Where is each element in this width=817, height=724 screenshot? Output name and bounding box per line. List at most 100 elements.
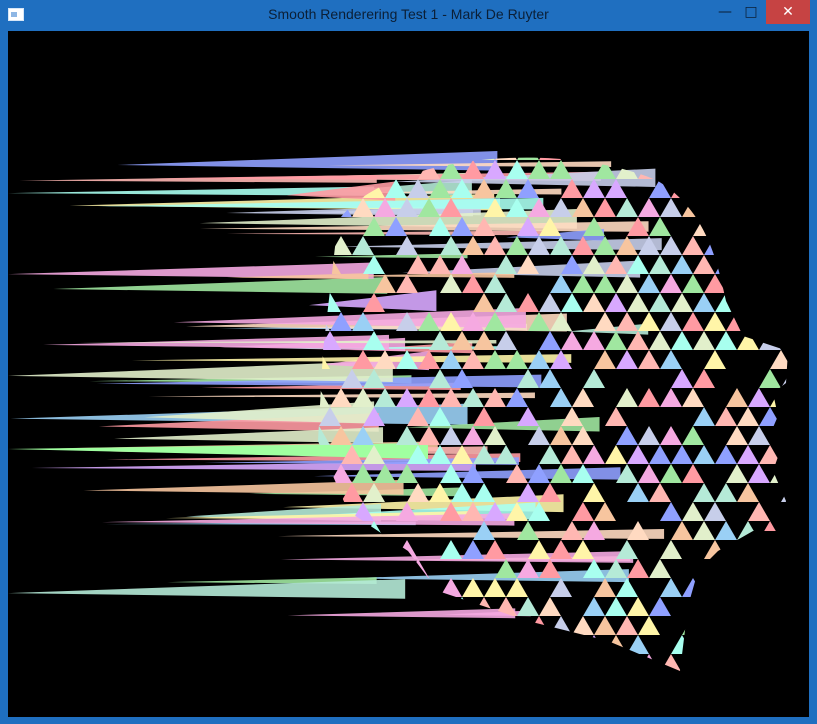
mesh-triangle	[352, 616, 374, 635]
mesh-triangle	[495, 673, 517, 692]
mesh-triangle	[517, 157, 539, 160]
mesh-triangle	[715, 293, 737, 312]
render-canvas[interactable]	[8, 31, 809, 717]
mesh-triangle	[638, 198, 660, 217]
mesh-triangle	[726, 312, 748, 331]
mesh-triangle	[770, 236, 788, 255]
mesh-triangle	[770, 350, 788, 369]
mesh-triangle	[792, 464, 809, 483]
mesh-triangle	[550, 540, 572, 559]
mesh-triangle	[440, 540, 462, 559]
mesh-triangle	[693, 407, 715, 426]
mesh-triangle	[715, 217, 737, 236]
minimize-button[interactable]: —	[712, 0, 738, 24]
mesh-triangle	[396, 654, 418, 671]
mesh-triangle	[770, 464, 788, 483]
mesh-triangle	[638, 388, 660, 407]
mesh-triangle	[660, 388, 682, 407]
mesh-triangle	[748, 578, 770, 597]
mesh-triangle	[748, 616, 770, 635]
mesh-triangle	[737, 521, 759, 540]
mesh-triangle	[704, 616, 726, 635]
mesh-triangle	[539, 445, 561, 464]
mesh-triangle	[770, 540, 788, 559]
mesh-triangle	[682, 502, 704, 521]
mesh-triangle	[473, 483, 495, 502]
mesh-triangle	[363, 635, 385, 654]
mesh-triangle	[583, 293, 605, 312]
mesh-triangle	[627, 445, 649, 464]
mesh-triangle	[649, 157, 671, 160]
mesh-triangle	[638, 654, 660, 671]
mesh-triangle	[660, 464, 682, 483]
mesh-triangle	[781, 483, 788, 502]
mesh-triangle	[517, 521, 539, 540]
mesh-triangle	[318, 388, 330, 407]
mesh-triangle	[649, 445, 671, 464]
mesh-triangle	[451, 673, 473, 692]
mesh-triangle	[440, 654, 462, 671]
mesh-triangle	[726, 616, 748, 635]
mesh-triangle	[759, 369, 781, 388]
mesh-triangle	[616, 426, 638, 445]
mesh-triangle	[726, 426, 748, 445]
mesh-triangle	[319, 635, 341, 654]
mesh-triangle	[462, 654, 484, 671]
mesh-triangle	[792, 502, 809, 521]
maximize-button[interactable]: □	[738, 0, 764, 24]
mesh-triangle	[792, 198, 809, 217]
mesh-triangle	[759, 407, 781, 426]
mesh-triangle	[748, 198, 770, 217]
spike-artifact	[131, 354, 572, 363]
mesh-triangle	[440, 578, 462, 597]
mesh-triangle	[726, 198, 748, 217]
mesh-triangle	[715, 673, 737, 692]
mesh-triangle	[704, 502, 726, 521]
mesh-triangle	[792, 654, 809, 673]
mesh-triangle	[429, 673, 451, 692]
mesh-triangle	[440, 616, 462, 635]
mesh-triangle	[605, 293, 627, 312]
mesh-triangle	[660, 160, 682, 179]
mesh-triangle	[583, 483, 605, 502]
mesh-triangle	[715, 407, 737, 426]
mesh-triangle	[792, 274, 809, 293]
mesh-triangle	[462, 616, 484, 635]
mesh-triangle	[396, 426, 418, 445]
mesh-triangle	[638, 274, 660, 293]
mesh-triangle	[726, 388, 748, 407]
mesh-triangle	[363, 673, 385, 692]
mesh-triangle	[627, 483, 649, 502]
mesh-triangle	[759, 255, 781, 274]
mesh-triangle	[484, 578, 506, 597]
mesh-triangle	[561, 331, 583, 350]
mesh-triangle	[473, 293, 495, 312]
mesh-triangle	[737, 483, 759, 502]
mesh-triangle	[539, 483, 561, 502]
mesh-triangle	[330, 540, 352, 559]
spike-artifact	[117, 150, 498, 171]
mesh-triangle	[638, 312, 660, 331]
mesh-triangle	[759, 217, 781, 236]
mesh-triangle	[517, 255, 539, 274]
mesh-triangle	[759, 635, 781, 654]
mesh-triangle	[561, 445, 583, 464]
mesh-triangle	[517, 483, 539, 502]
mesh-triangle	[682, 616, 704, 635]
mesh-triangle	[737, 293, 759, 312]
mesh-triangle	[605, 597, 627, 616]
mesh-triangle	[660, 198, 682, 217]
close-button[interactable]: ✕	[766, 0, 810, 24]
mesh-triangle	[715, 521, 737, 540]
title-bar[interactable]: Smooth Renderering Test 1 - Mark De Ruyt…	[0, 0, 817, 30]
mesh-triangle	[473, 407, 495, 426]
mesh-triangle	[737, 673, 759, 692]
mesh-triangle	[517, 407, 539, 426]
mesh-triangle	[737, 217, 759, 236]
mesh-triangle	[781, 293, 788, 312]
mesh-triangle	[572, 502, 594, 521]
mesh-triangle	[682, 578, 704, 597]
mesh-triangle	[550, 274, 572, 293]
spike-artifact	[277, 528, 665, 539]
mesh-triangle	[737, 255, 759, 274]
